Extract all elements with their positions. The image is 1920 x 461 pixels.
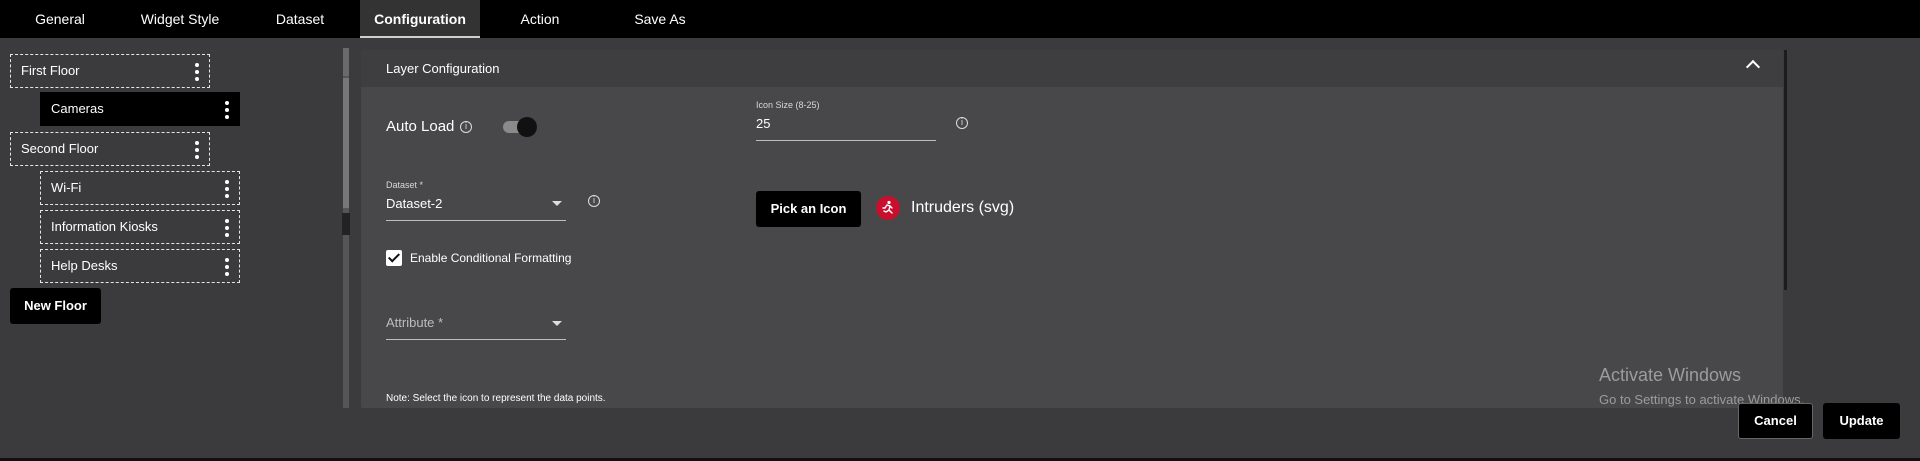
tree-item-help-desks[interactable]: Help Desks xyxy=(40,249,240,283)
tree-item-wifi[interactable]: Wi-Fi xyxy=(40,171,240,205)
more-options-icon[interactable] xyxy=(225,101,229,119)
tree-item-label: Cameras xyxy=(51,101,104,116)
pick-icon-button[interactable]: Pick an Icon xyxy=(756,191,861,227)
tree-item-second-floor[interactable]: Second Floor xyxy=(10,132,210,166)
tree-item-label: First Floor xyxy=(21,63,80,78)
enable-conditional-checkbox[interactable] xyxy=(386,250,402,266)
activate-windows-title: Activate Windows xyxy=(1599,365,1742,385)
cancel-button[interactable]: Cancel xyxy=(1738,403,1813,439)
tab-configuration[interactable]: Configuration xyxy=(360,0,480,38)
tab-dataset[interactable]: Dataset xyxy=(240,0,360,38)
new-floor-button[interactable]: New Floor xyxy=(10,288,101,324)
tab-widget-style[interactable]: Widget Style xyxy=(120,0,240,38)
enable-conditional-label: Enable Conditional Formatting xyxy=(410,251,572,265)
tree-item-label: Information Kiosks xyxy=(51,219,158,234)
panel-scrollbar[interactable] xyxy=(1784,50,1787,290)
tree-item-label: Help Desks xyxy=(51,258,118,273)
info-icon[interactable]: i xyxy=(588,195,600,207)
auto-load-toggle[interactable] xyxy=(503,117,537,137)
pane-splitter[interactable] xyxy=(342,48,350,408)
tab-save-as[interactable]: Save As xyxy=(600,0,720,38)
tree-item-label: Second Floor xyxy=(21,141,99,156)
note-text: Note: Select the icon to represent the d… xyxy=(386,393,606,404)
more-options-icon[interactable] xyxy=(225,219,229,237)
caret-down-icon[interactable] xyxy=(552,201,562,206)
splitter-handle[interactable] xyxy=(342,213,350,235)
auto-load-label: Auto Load xyxy=(386,118,455,135)
tree-item-label: Wi-Fi xyxy=(51,180,82,195)
more-options-icon[interactable] xyxy=(195,141,199,159)
info-icon[interactable]: i xyxy=(956,117,968,129)
attribute-select[interactable]: Attribute * xyxy=(386,315,443,330)
tree-item-information-kiosks[interactable]: Information Kiosks xyxy=(40,210,240,244)
tab-action[interactable]: Action xyxy=(480,0,600,38)
selected-icon-name: Intruders (svg) xyxy=(911,199,1015,216)
info-icon[interactable]: i xyxy=(460,121,472,133)
panel-title: Layer Configuration xyxy=(386,61,500,76)
dataset-select[interactable]: Dataset-2 xyxy=(386,196,442,211)
update-button[interactable]: Update xyxy=(1823,403,1900,439)
tab-bar: General Widget Style Dataset Configurati… xyxy=(0,0,1920,38)
dataset-label: Dataset * xyxy=(386,180,424,190)
tab-general[interactable]: General xyxy=(0,0,120,38)
caret-down-icon[interactable] xyxy=(552,321,562,326)
more-options-icon[interactable] xyxy=(225,180,229,198)
tree-item-cameras[interactable]: Cameras xyxy=(40,92,240,126)
panel-header[interactable]: Layer Configuration xyxy=(361,50,1783,87)
chevron-up-icon[interactable] xyxy=(1745,59,1761,75)
more-options-icon[interactable] xyxy=(195,63,199,81)
more-options-icon[interactable] xyxy=(225,258,229,276)
intruder-icon xyxy=(876,196,900,220)
icon-size-input[interactable]: 25 xyxy=(756,116,770,131)
layer-configuration-panel: Layer Configuration xyxy=(361,50,1783,408)
icon-size-label: Icon Size (8-25) xyxy=(756,100,820,110)
tree-item-first-floor[interactable]: First Floor xyxy=(10,54,210,88)
